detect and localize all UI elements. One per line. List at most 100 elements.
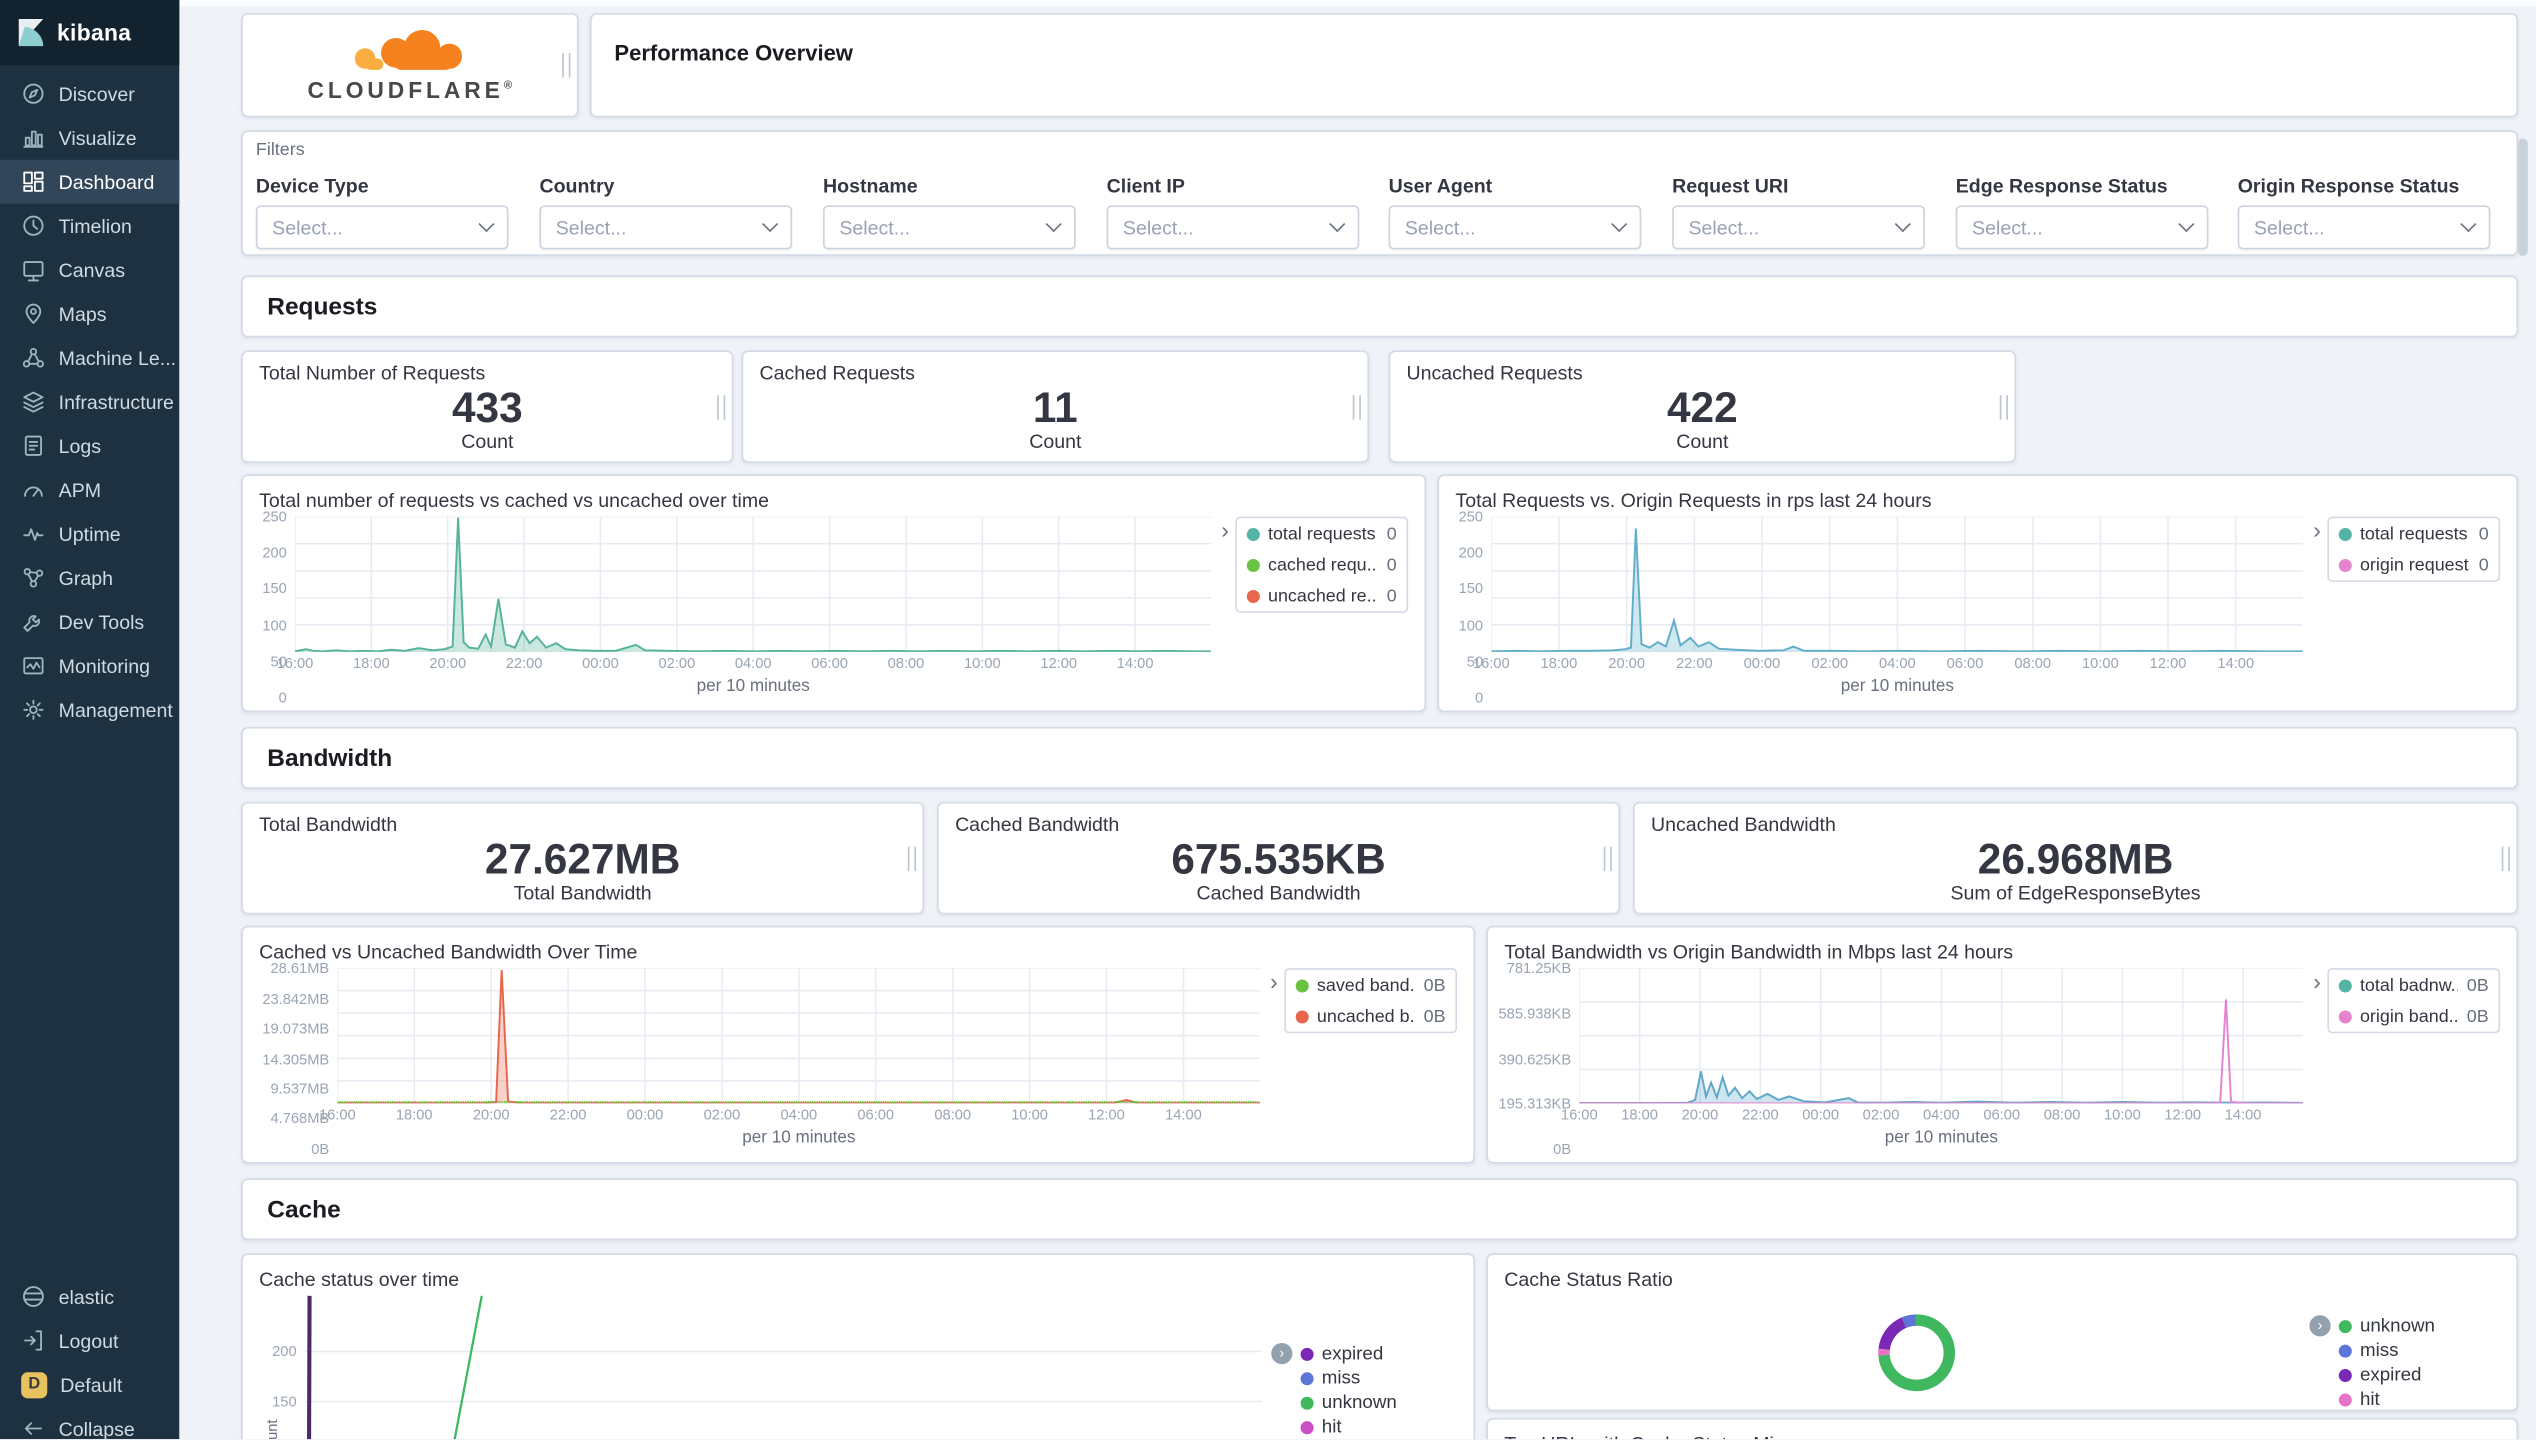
y-axis-tick: 23.842MB xyxy=(262,990,330,1007)
sidebar-item-discover[interactable]: Discover xyxy=(0,72,179,116)
panel-drag-handle[interactable] xyxy=(1352,394,1361,419)
legend-list: total requests 0 origin requests 0 xyxy=(2327,516,2501,582)
legend-value: 0 xyxy=(1386,523,1397,544)
country-filter-select[interactable]: Select... xyxy=(539,205,793,250)
panel-drag-handle[interactable] xyxy=(1603,845,1612,871)
legend-item[interactable]: cached requ... 0 xyxy=(1237,549,1406,580)
legend-item[interactable]: expired xyxy=(2338,1363,2486,1387)
chart-title: Total Requests vs. Origin Requests in rp… xyxy=(1455,488,1932,512)
apm-icon xyxy=(21,478,45,502)
sidebar-item-dev-tools[interactable]: Dev Tools xyxy=(0,600,179,644)
section-title-bandwidth: Bandwidth xyxy=(267,744,393,773)
legend-collapse-icon[interactable]: › xyxy=(1270,970,1278,993)
chart-title: Cached vs Uncached Bandwidth Over Time xyxy=(259,940,638,964)
sidebar-item-canvas[interactable]: Canvas xyxy=(0,248,179,292)
legend-item[interactable]: unknown xyxy=(2338,1314,2486,1338)
legend-label: origin band... xyxy=(2359,1006,2457,1026)
device-type-filter-select[interactable]: Select... xyxy=(255,205,509,250)
client-ip-filter-select[interactable]: Select... xyxy=(1106,205,1360,250)
x-axis-tick: 04:00 xyxy=(780,1106,818,1123)
legend-item[interactable]: uncached re... 0 xyxy=(1237,580,1406,611)
origin-response-status-filter-select[interactable]: Select... xyxy=(2237,205,2491,250)
legend-item[interactable]: uncached b... 0B xyxy=(1286,1001,1455,1032)
discover-icon xyxy=(21,81,45,105)
legend-collapse-icon[interactable]: › xyxy=(2313,970,2321,993)
hostname-filter-select[interactable]: Select... xyxy=(823,205,1076,250)
chart-plot-area xyxy=(1579,968,2304,1104)
sidebar-item-logs[interactable]: Logs xyxy=(0,424,179,468)
legend-item[interactable]: miss xyxy=(2338,1338,2486,1362)
legend-list: total requests 0 cached requ... 0 uncached r… xyxy=(1235,516,1409,613)
legend-item[interactable]: expired xyxy=(1300,1341,1457,1365)
legend-collapse-icon[interactable]: › xyxy=(1221,518,1229,541)
legend-item[interactable]: origin band... 0B xyxy=(2329,1001,2498,1032)
y-axis-tick: 9.537MB xyxy=(270,1080,330,1097)
panel-drag-handle[interactable] xyxy=(562,52,571,78)
panel-drag-handle[interactable] xyxy=(907,845,916,871)
sidebar-item-monitoring[interactable]: Monitoring xyxy=(0,644,179,688)
metric-panel-cached-requests: Cached Requests 11 Count xyxy=(741,350,1370,463)
edge-response-status-filter-select[interactable]: Select... xyxy=(1955,205,2209,250)
filter-label-country: Country xyxy=(539,174,615,198)
scrollbar-thumb[interactable] xyxy=(2518,138,2528,256)
legend-item[interactable]: saved band... 0B xyxy=(1286,970,1455,1001)
sidebar-item-management[interactable]: Management xyxy=(0,688,179,732)
sidebar-item-visualize[interactable]: Visualize xyxy=(0,116,179,160)
y-axis-tick: 19.073MB xyxy=(262,1020,330,1037)
x-axis-tick: 14:00 xyxy=(2224,1106,2262,1123)
legend-label: total requests xyxy=(1267,523,1376,544)
sidebar-item-apm[interactable]: APM xyxy=(0,468,179,512)
legend-item[interactable]: unknown xyxy=(1300,1390,1457,1414)
legend-value: 0 xyxy=(1386,585,1397,606)
x-axis-tick: 18:00 xyxy=(352,655,390,672)
chart-title: Total number of requests vs cached vs un… xyxy=(259,488,769,512)
y-axis-tick: 0 xyxy=(1474,689,1484,706)
legend-item[interactable]: miss xyxy=(1300,1366,1457,1390)
legend-item[interactable]: total badnw... 0B xyxy=(2329,970,2498,1001)
x-axis-tick: 20:00 xyxy=(472,1106,510,1123)
legend-toggle-icon[interactable]: › xyxy=(1271,1342,1293,1365)
metric-value: 422 xyxy=(1666,383,1738,432)
x-axis-tick: 02:00 xyxy=(1862,1106,1900,1123)
panel-drag-handle[interactable] xyxy=(2501,845,2510,871)
legend-color-dot xyxy=(2338,1319,2352,1333)
chevron-down-icon xyxy=(478,216,495,233)
sidebar-item-maps[interactable]: Maps xyxy=(0,292,179,336)
panel-drag-handle[interactable] xyxy=(717,394,726,419)
legend-item[interactable]: total requests 0 xyxy=(2329,518,2498,549)
x-axis-tick: 12:00 xyxy=(2149,655,2187,672)
x-axis-tick: 18:00 xyxy=(1540,655,1578,672)
filter-label-request-uri: Request URI xyxy=(1672,174,1789,198)
legend-label: expired xyxy=(2359,1364,2422,1385)
x-axis: 16:00 18:00 20:00 22:00 00:00 02:00 04:00 06:00… xyxy=(277,652,1211,673)
y-axis-tick: 100 xyxy=(262,617,287,634)
sidebar-item-elastic[interactable]: elastic xyxy=(0,1275,179,1319)
sidebar-item-default-space[interactable]: D Default xyxy=(0,1363,179,1407)
legend-item[interactable]: total requests 0 xyxy=(1237,518,1406,549)
sidebar-item-uptime[interactable]: Uptime xyxy=(0,512,179,556)
chevron-down-icon xyxy=(1894,216,1911,233)
x-axis: 16:00 18:00 20:00 22:00 00:00 02:00 04:00 06:00… xyxy=(319,1103,1260,1124)
filters-title: Filters xyxy=(255,140,305,160)
y-axis-tick: 250 xyxy=(262,508,287,525)
legend-item[interactable]: hit xyxy=(2338,1387,2486,1410)
legend-collapse-icon[interactable]: › xyxy=(2313,518,2321,541)
request-uri-filter-select[interactable]: Select... xyxy=(1672,205,1925,250)
sidebar-item-machine-learning[interactable]: Machine Le... xyxy=(0,336,179,380)
kibana-logo[interactable]: kibana xyxy=(0,0,180,66)
sidebar-item-logout[interactable]: Logout xyxy=(0,1319,179,1363)
scrollbar[interactable] xyxy=(2518,0,2528,1439)
legend-toggle-icon[interactable]: › xyxy=(2309,1315,2331,1337)
legend-item[interactable]: origin requests 0 xyxy=(2329,549,2498,580)
legend-item[interactable]: hit xyxy=(1300,1415,1457,1439)
x-axis-label: per 10 minutes xyxy=(742,1127,856,1148)
sidebar-item-dashboard[interactable]: Dashboard xyxy=(0,159,180,204)
chart-title: Top URIs with Cache Status Miss xyxy=(1504,1433,2500,1440)
user-agent-filter-select[interactable]: Select... xyxy=(1388,205,1642,250)
sidebar-item-collapse[interactable]: Collapse xyxy=(0,1407,179,1439)
sidebar-item-infrastructure[interactable]: Infrastructure xyxy=(0,380,179,424)
sidebar-item-graph[interactable]: Graph xyxy=(0,556,179,600)
x-axis-tick: 14:00 xyxy=(1116,655,1154,672)
sidebar-item-timelion[interactable]: Timelion xyxy=(0,204,179,248)
panel-drag-handle[interactable] xyxy=(1999,394,2008,419)
